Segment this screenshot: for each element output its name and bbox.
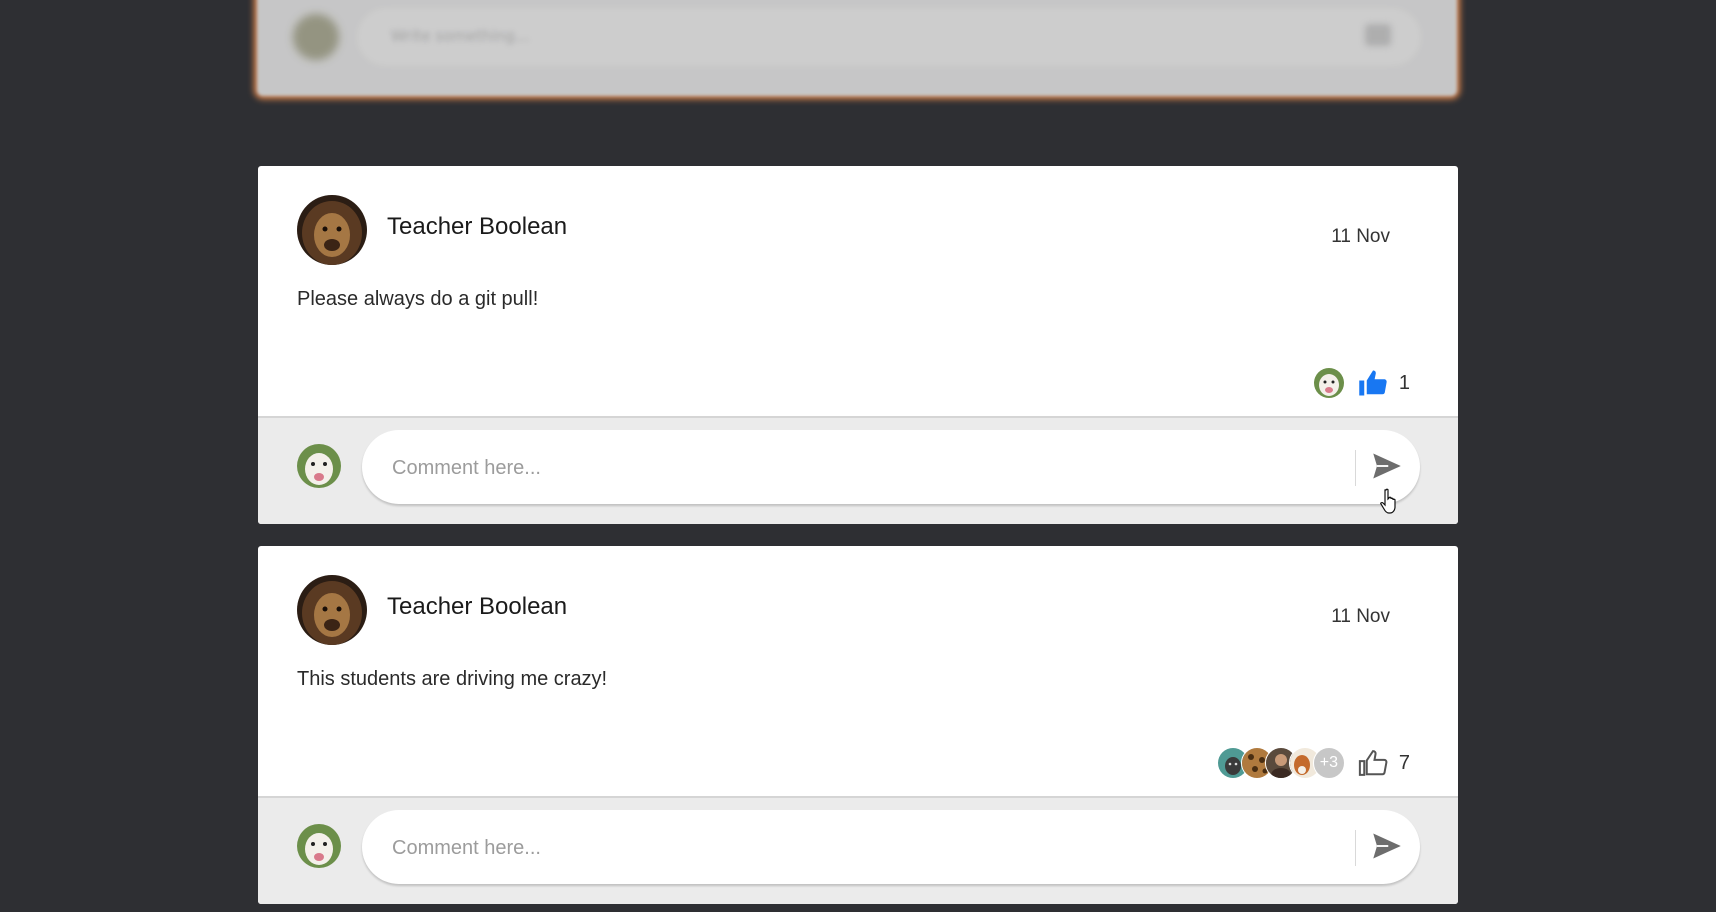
post-composer: Write something...: [257, 0, 1457, 96]
send-divider: [1355, 450, 1356, 486]
comment-box: [362, 810, 1420, 886]
comment-area: [258, 796, 1458, 904]
composer-attach-icon: [1365, 24, 1391, 46]
post-date: 11 Nov: [1331, 226, 1390, 247]
commenter-avatar: [297, 444, 341, 488]
comment-area: [258, 416, 1458, 524]
send-comment-button[interactable]: [1372, 832, 1404, 862]
post-card: Teacher Boolean 11 Nov Please always do …: [258, 166, 1458, 524]
dog-avatar-icon: [297, 824, 341, 868]
send-icon: [1373, 453, 1401, 479]
thumbs-up-icon: [1358, 750, 1388, 776]
like-button[interactable]: [1357, 367, 1389, 399]
author-name[interactable]: Teacher Boolean: [387, 593, 567, 621]
post-text: Please always do a git pull!: [297, 288, 539, 310]
reactor-avatar: [1312, 367, 1345, 399]
feed-page: Write something... Teacher Boolean 11 No…: [0, 0, 1716, 912]
comment-input[interactable]: [390, 810, 1294, 886]
thumbs-up-icon: [1359, 370, 1387, 396]
author-avatar[interactable]: [297, 575, 367, 645]
send-icon: [1373, 833, 1401, 859]
reactor-more-count: +3: [1312, 747, 1345, 779]
lion-avatar-icon: [297, 195, 367, 265]
dog-avatar-icon: [1313, 368, 1344, 398]
comment-input[interactable]: [390, 430, 1294, 506]
like-button[interactable]: [1357, 747, 1389, 779]
commenter-avatar: [297, 824, 341, 868]
like-count: 1: [1398, 371, 1410, 394]
post-card: Teacher Boolean 11 Nov This students are…: [258, 546, 1458, 904]
send-divider: [1355, 830, 1356, 866]
lion-avatar-icon: [297, 575, 367, 645]
post-date: 11 Nov: [1331, 606, 1390, 627]
composer-avatar: [293, 14, 339, 60]
reactor-avatars[interactable]: +3: [1216, 747, 1345, 779]
reactor-avatars[interactable]: [1312, 367, 1345, 399]
author-avatar[interactable]: [297, 195, 367, 265]
post-body: Teacher Boolean 11 Nov Please always do …: [258, 166, 1458, 416]
like-count: 7: [1398, 751, 1410, 774]
post-body: Teacher Boolean 11 Nov This students are…: [258, 546, 1458, 796]
post-text: This students are driving me crazy!: [297, 668, 608, 690]
dog-avatar-icon: [297, 444, 341, 488]
author-name[interactable]: Teacher Boolean: [387, 213, 567, 241]
composer-placeholder: Write something...: [391, 27, 530, 45]
send-comment-button[interactable]: [1372, 452, 1404, 482]
post-reactions: 1: [1312, 366, 1410, 400]
comment-box: [362, 430, 1420, 506]
post-reactions: +3 7: [1216, 746, 1410, 780]
